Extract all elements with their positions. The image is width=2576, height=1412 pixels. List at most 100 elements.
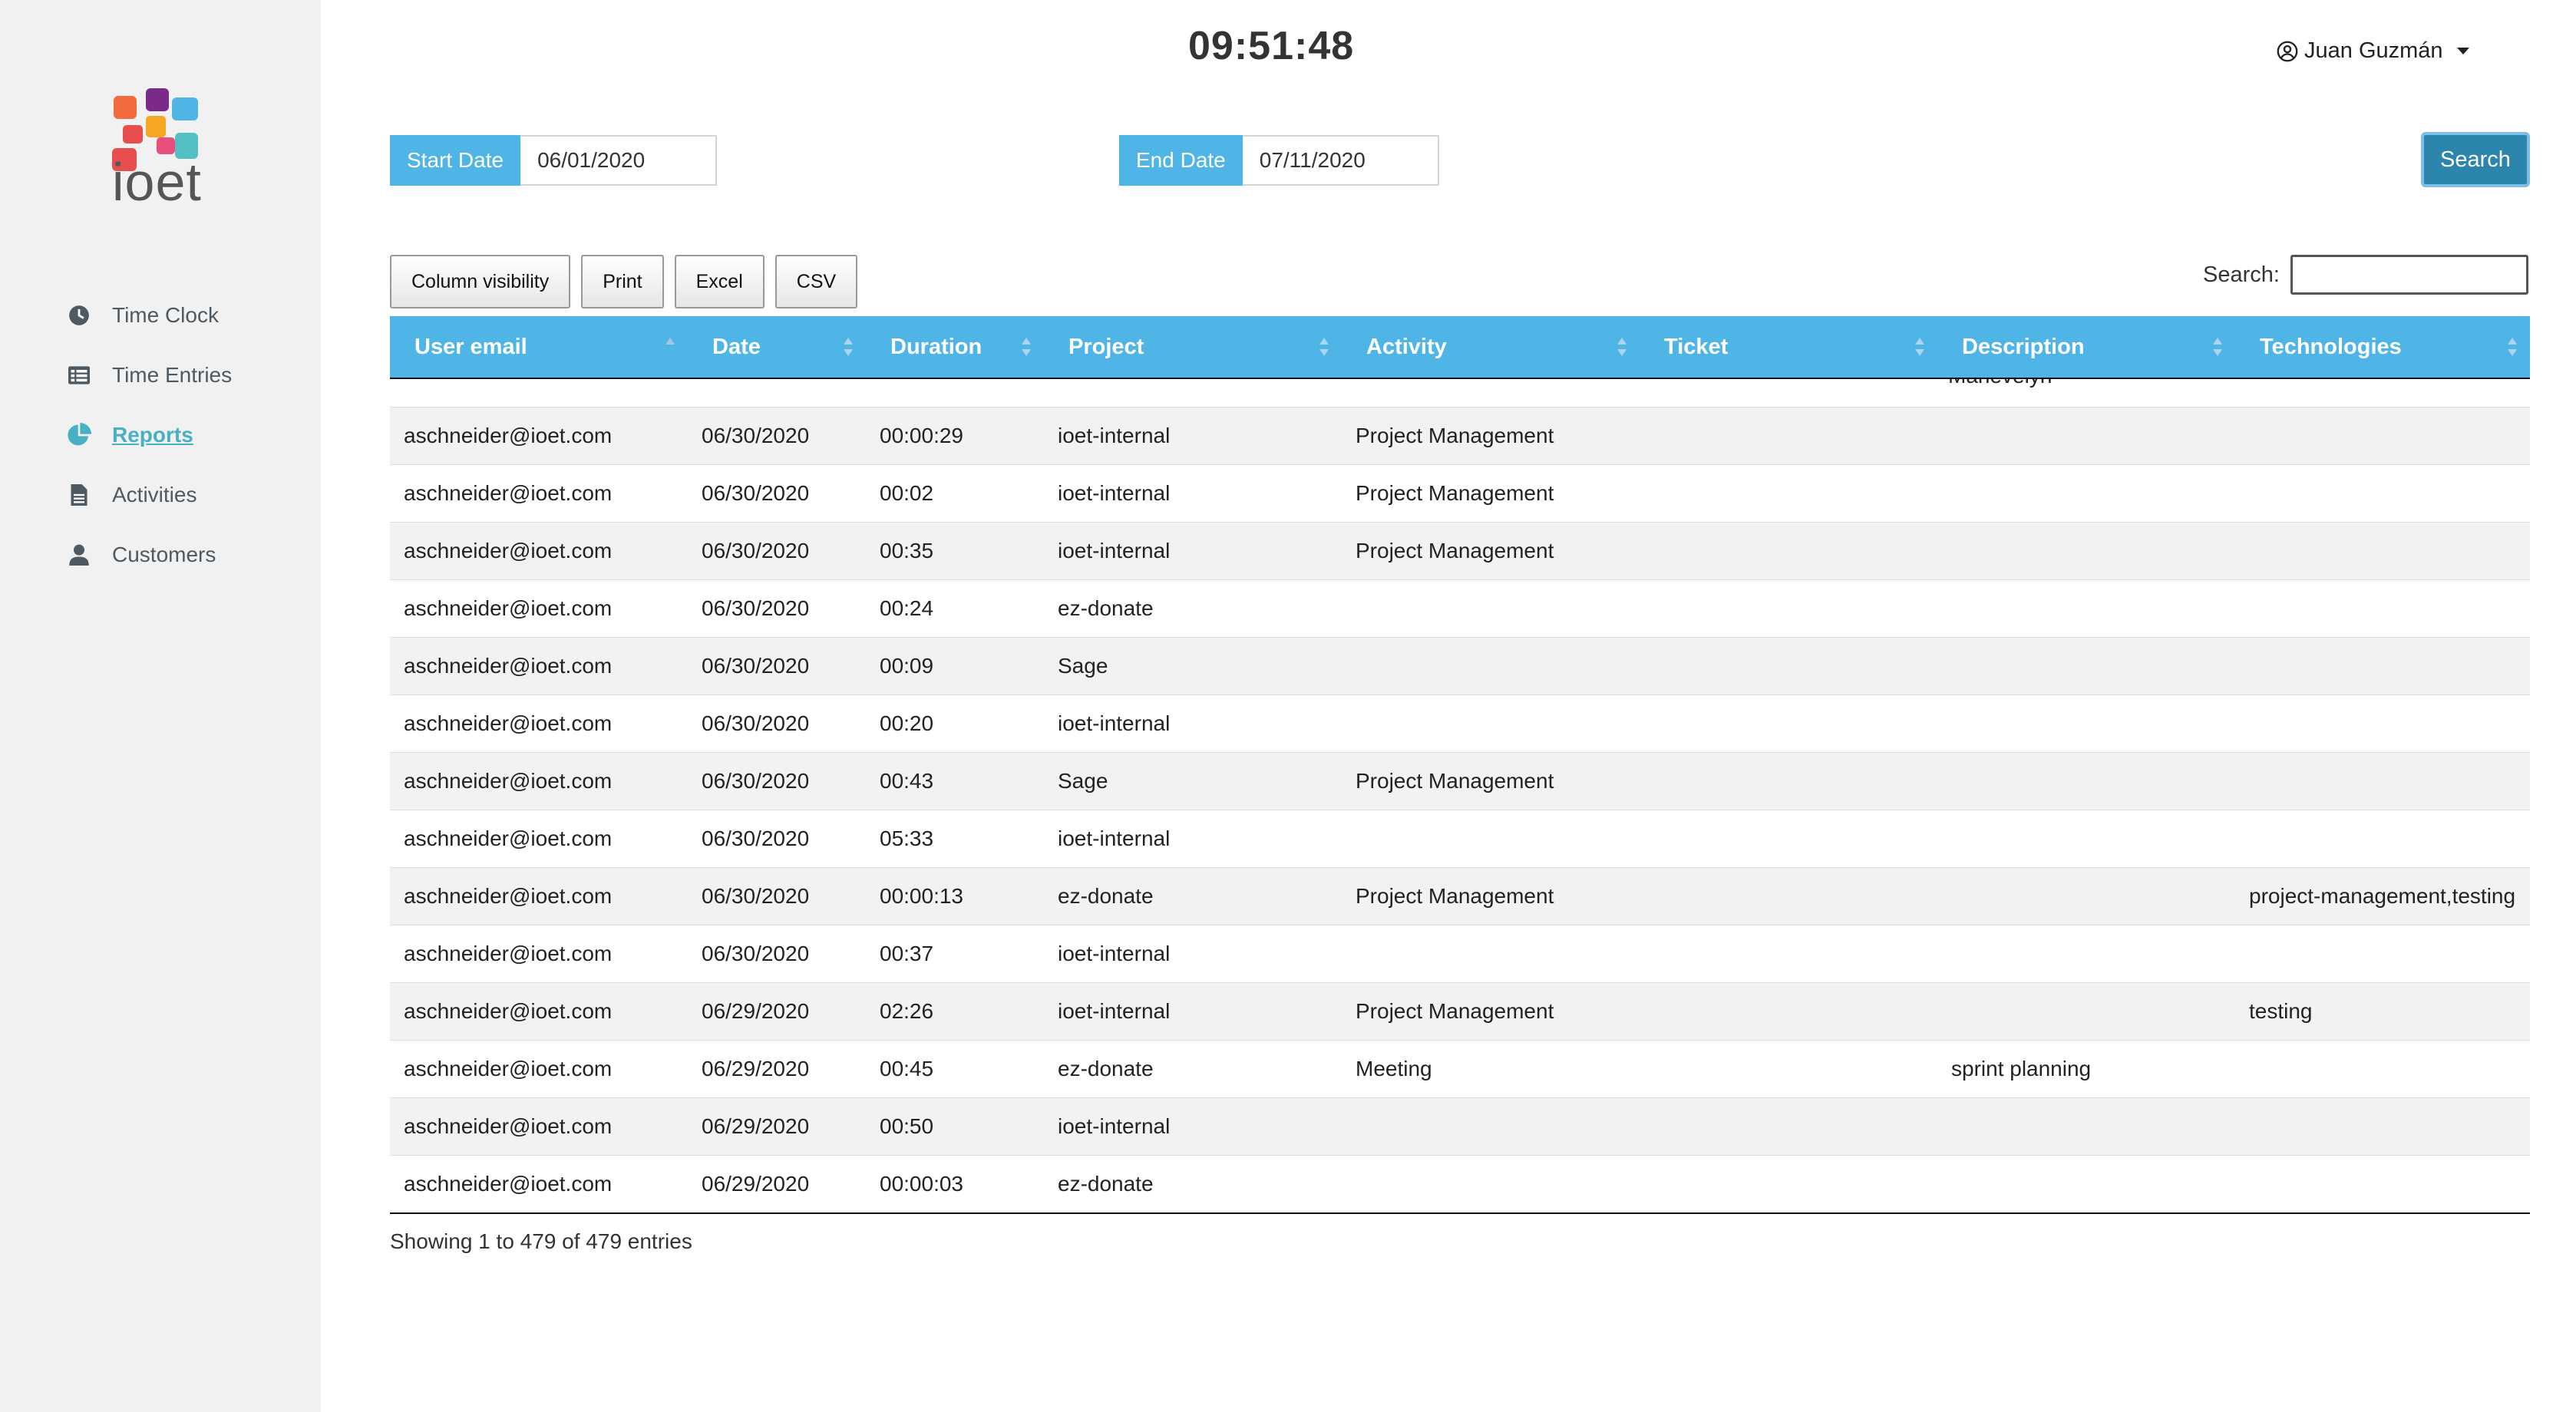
sort-icon <box>1022 338 1031 356</box>
table-cell <box>2235 753 2530 810</box>
table-cell: ez-donate <box>1058 596 1154 620</box>
column-header[interactable]: Project <box>1044 316 1342 378</box>
print-button[interactable]: Print <box>581 255 664 308</box>
table-cell: 06/30/2020 <box>702 711 810 735</box>
table-cell <box>1640 407 1937 464</box>
table-cell: 06/30/2020 <box>702 481 810 505</box>
table-cell: ioet-internal <box>1058 1114 1171 1138</box>
app-root: ioet Time Clock Time Entries Reports Act… <box>0 0 2576 1412</box>
start-date-input[interactable] <box>520 135 718 186</box>
table-row: aschneider@ioet.com 06/30/2020 00:09 Sage <box>390 637 2530 694</box>
table-cell: Project Management <box>1356 539 1554 562</box>
end-date-label: End Date <box>1119 135 1243 186</box>
table-row: aschneider@ioet.com 06/29/2020 00:00:03 ez-… <box>390 1155 2530 1212</box>
sidebar-item-activities[interactable]: Activities <box>66 465 232 525</box>
column-header[interactable]: Description <box>1937 316 2235 378</box>
table-body: Manevelyn aschneider@ioet.com 06/30/2020 0… <box>390 379 2530 1212</box>
table-cell: Project Management <box>1356 769 1554 793</box>
table-cell <box>1937 925 2235 982</box>
table-cell <box>1937 1098 2235 1155</box>
table-cell: Project Management <box>1356 999 1554 1023</box>
table-cell: ioet-internal <box>1058 942 1171 965</box>
column-header-label: Project <box>1068 334 1144 359</box>
table-cell <box>2235 465 2530 522</box>
sidebar-item-label: Time Clock <box>112 303 219 327</box>
table-cell <box>2235 523 2530 579</box>
sidebar-item-time-clock[interactable]: Time Clock <box>66 285 232 345</box>
user-circle-icon <box>2277 41 2298 62</box>
table-cell: 00:24 <box>880 596 934 620</box>
table-row-partial: Manevelyn <box>390 379 2530 407</box>
table-cell <box>1937 695 2235 752</box>
column-header[interactable]: User email <box>390 316 688 378</box>
chevron-down-icon <box>2456 47 2469 55</box>
sidebar-item-reports[interactable]: Reports <box>66 405 232 465</box>
column-header-label: Activity <box>1366 334 1447 359</box>
table-row: aschneider@ioet.com 06/30/2020 00:20 ioet-i… <box>390 694 2530 752</box>
table-search-input[interactable] <box>2290 255 2528 295</box>
table-cell: 00:35 <box>880 539 934 562</box>
sidebar-nav: Time Clock Time Entries Reports Activiti… <box>66 285 232 585</box>
partial-cell: Manevelyn <box>1948 379 2052 388</box>
table-cell: 06/30/2020 <box>702 654 810 678</box>
table-cell: aschneider@ioet.com <box>404 1172 613 1196</box>
end-date-input[interactable] <box>1242 135 1439 186</box>
table-cell <box>1640 1041 1937 1097</box>
table-info: Showing 1 to 479 of 479 entries <box>390 1229 692 1253</box>
table-cell: project-management,testing <box>2249 884 2516 908</box>
table-row: aschneider@ioet.com 06/29/2020 02:26 ioet-i… <box>390 982 2530 1040</box>
user-menu[interactable]: Juan Guzmán <box>2277 38 2469 64</box>
table-cell: 06/30/2020 <box>702 826 810 850</box>
table-cell <box>1937 523 2235 579</box>
start-date-label: Start Date <box>390 135 521 186</box>
table-cell: aschneider@ioet.com <box>404 711 613 735</box>
table-cell <box>2235 1156 2530 1212</box>
start-date-group: Start Date <box>390 135 718 186</box>
excel-button[interactable]: Excel <box>674 255 765 308</box>
table-cell <box>2235 810 2530 867</box>
column-header[interactable]: Duration <box>866 316 1044 378</box>
logo-text: ioet <box>112 152 202 212</box>
column-header-label: Duration <box>890 334 983 359</box>
sidebar-item-customers[interactable]: Customers <box>66 525 232 585</box>
table-cell <box>1640 465 1937 522</box>
column-header[interactable]: Technologies <box>2235 316 2530 378</box>
clock-icon <box>66 302 92 328</box>
table-cell: aschneider@ioet.com <box>404 481 613 505</box>
table-cell <box>1342 638 1640 694</box>
table-cell: ez-donate <box>1058 1172 1154 1196</box>
table-cell: ez-donate <box>1058 1057 1154 1080</box>
column-header-label: User email <box>414 334 527 359</box>
table-cell <box>1640 580 1937 637</box>
sidebar-item-time-entries[interactable]: Time Entries <box>66 345 232 405</box>
table-cell <box>1937 407 2235 464</box>
table-cell: 00:37 <box>880 942 934 965</box>
table-cell: sprint planning <box>1951 1057 2092 1080</box>
table-row: aschneider@ioet.com 06/30/2020 00:24 ez-don… <box>390 579 2530 637</box>
sort-icon <box>2213 338 2222 356</box>
table-cell: 00:00:13 <box>880 884 963 908</box>
table-cell <box>1640 925 1937 982</box>
table-cell <box>1640 810 1937 867</box>
column-header[interactable]: Activity <box>1342 316 1640 378</box>
file-icon <box>66 482 92 508</box>
column-header[interactable]: Ticket <box>1640 316 1937 378</box>
search-button[interactable]: Search <box>2421 132 2530 187</box>
table-row: aschneider@ioet.com 06/30/2020 00:43 Sage Pr… <box>390 752 2530 810</box>
column-header[interactable]: Date <box>688 316 866 378</box>
table-cell: aschneider@ioet.com <box>404 999 613 1023</box>
table-cell: Sage <box>1058 769 1108 793</box>
table-cell: 00:02 <box>880 481 934 505</box>
table-cell: 00:43 <box>880 769 934 793</box>
end-date-group: End Date <box>1119 135 1439 186</box>
sidebar-item-label: Customers <box>112 543 216 566</box>
table-cell: aschneider@ioet.com <box>404 424 613 447</box>
column-visibility-button[interactable]: Column visibility <box>390 255 571 308</box>
table-cell <box>1937 810 2235 867</box>
table-cell: 06/29/2020 <box>702 1172 810 1196</box>
clock-display: 09:51:48 <box>1188 24 1355 68</box>
csv-button[interactable]: CSV <box>774 255 858 308</box>
table-search: Search: <box>2203 255 2528 295</box>
sidebar-item-label: Time Entries <box>112 363 233 387</box>
table-row: aschneider@ioet.com 06/30/2020 05:33 ioet-i… <box>390 810 2530 867</box>
